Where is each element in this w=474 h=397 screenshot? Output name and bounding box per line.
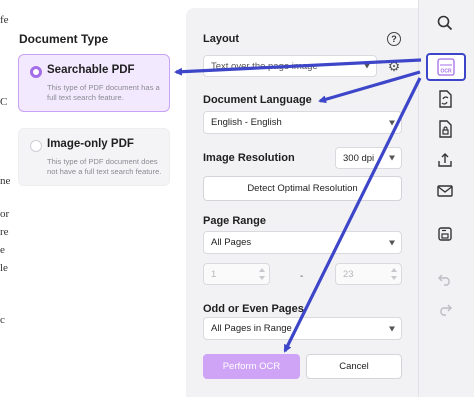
gear-icon[interactable]: ⚙: [386, 58, 402, 74]
chevron-down-icon: [389, 120, 395, 125]
searchable-pdf-option[interactable]: Searchable PDF This type of PDF document…: [18, 54, 170, 112]
email-icon[interactable]: [434, 180, 456, 202]
option-description: This type of PDF document does not have …: [47, 157, 162, 176]
document-text-fragment: c: [0, 314, 5, 326]
chevron-down-icon: [389, 155, 395, 161]
page-range-select[interactable]: All Pages: [203, 231, 402, 254]
document-text-fragment: or: [0, 208, 10, 220]
page-to-input[interactable]: 23: [335, 263, 402, 285]
help-icon[interactable]: ?: [387, 32, 401, 46]
odd-even-select[interactable]: All Pages in Range: [203, 317, 402, 340]
undo-icon[interactable]: [434, 268, 456, 290]
search-icon[interactable]: [434, 12, 456, 34]
share-icon[interactable]: [434, 149, 456, 171]
document-text-fragment: e: [0, 244, 5, 256]
document-text-fragment: C: [0, 96, 8, 108]
option-title: Searchable PDF: [47, 64, 135, 76]
document-type-panel: Document Type Searchable PDF This type o…: [10, 0, 186, 397]
document-type-title: Document Type: [19, 32, 109, 46]
document-text-fragment: le: [0, 262, 8, 274]
page-to-value: 23: [343, 268, 354, 280]
range-separator: -: [300, 271, 304, 282]
resolution-select[interactable]: 300 dpi: [335, 147, 402, 169]
image-only-pdf-option[interactable]: Image-only PDF This type of PDF document…: [18, 128, 170, 186]
right-toolbar: OCR: [418, 0, 474, 397]
convert-icon[interactable]: [434, 88, 456, 110]
page-from-input[interactable]: 1: [203, 263, 270, 285]
layout-value: Text over the page image: [211, 60, 318, 72]
page-range-value: All Pages: [211, 237, 252, 248]
layout-select[interactable]: Text over the page image: [203, 55, 377, 77]
ocr-icon[interactable]: OCR: [426, 53, 466, 81]
spinner-icon[interactable]: [259, 265, 265, 283]
document-language-select[interactable]: English - English: [203, 111, 402, 134]
protect-icon[interactable]: [434, 118, 456, 140]
document-language-label: Document Language: [203, 94, 312, 106]
layout-label: Layout: [203, 33, 240, 45]
page-from-value: 1: [211, 268, 217, 280]
save-icon[interactable]: [434, 223, 456, 245]
chevron-down-icon: [389, 240, 395, 245]
svg-text:OCR: OCR: [440, 69, 452, 75]
document-text-fragment: re: [0, 226, 9, 238]
chevron-down-icon: [389, 326, 395, 331]
radio-selected[interactable]: [30, 66, 42, 78]
ocr-settings-panel: Layout ? Text over the page image ⚙ Docu…: [186, 8, 418, 397]
spinner-icon[interactable]: [391, 265, 397, 283]
redo-icon[interactable]: [434, 298, 456, 320]
detect-resolution-button[interactable]: Detect Optimal Resolution: [203, 176, 402, 201]
cancel-button[interactable]: Cancel: [306, 354, 402, 379]
language-value: English - English: [211, 117, 282, 128]
perform-ocr-button[interactable]: Perform OCR: [203, 354, 300, 379]
document-text-fragment: fe: [0, 14, 9, 26]
document-text-fragment: ne: [0, 175, 11, 187]
option-title: Image-only PDF: [47, 138, 134, 150]
chevron-down-icon: [364, 63, 370, 69]
option-description: This type of PDF document has a full tex…: [47, 83, 160, 102]
odd-even-label: Odd or Even Pages: [203, 303, 304, 315]
image-resolution-label: Image Resolution: [203, 152, 295, 164]
page-range-label: Page Range: [203, 215, 266, 227]
odd-even-value: All Pages in Range: [211, 323, 292, 334]
radio-unselected[interactable]: [30, 140, 42, 152]
resolution-value: 300 dpi: [343, 152, 375, 164]
